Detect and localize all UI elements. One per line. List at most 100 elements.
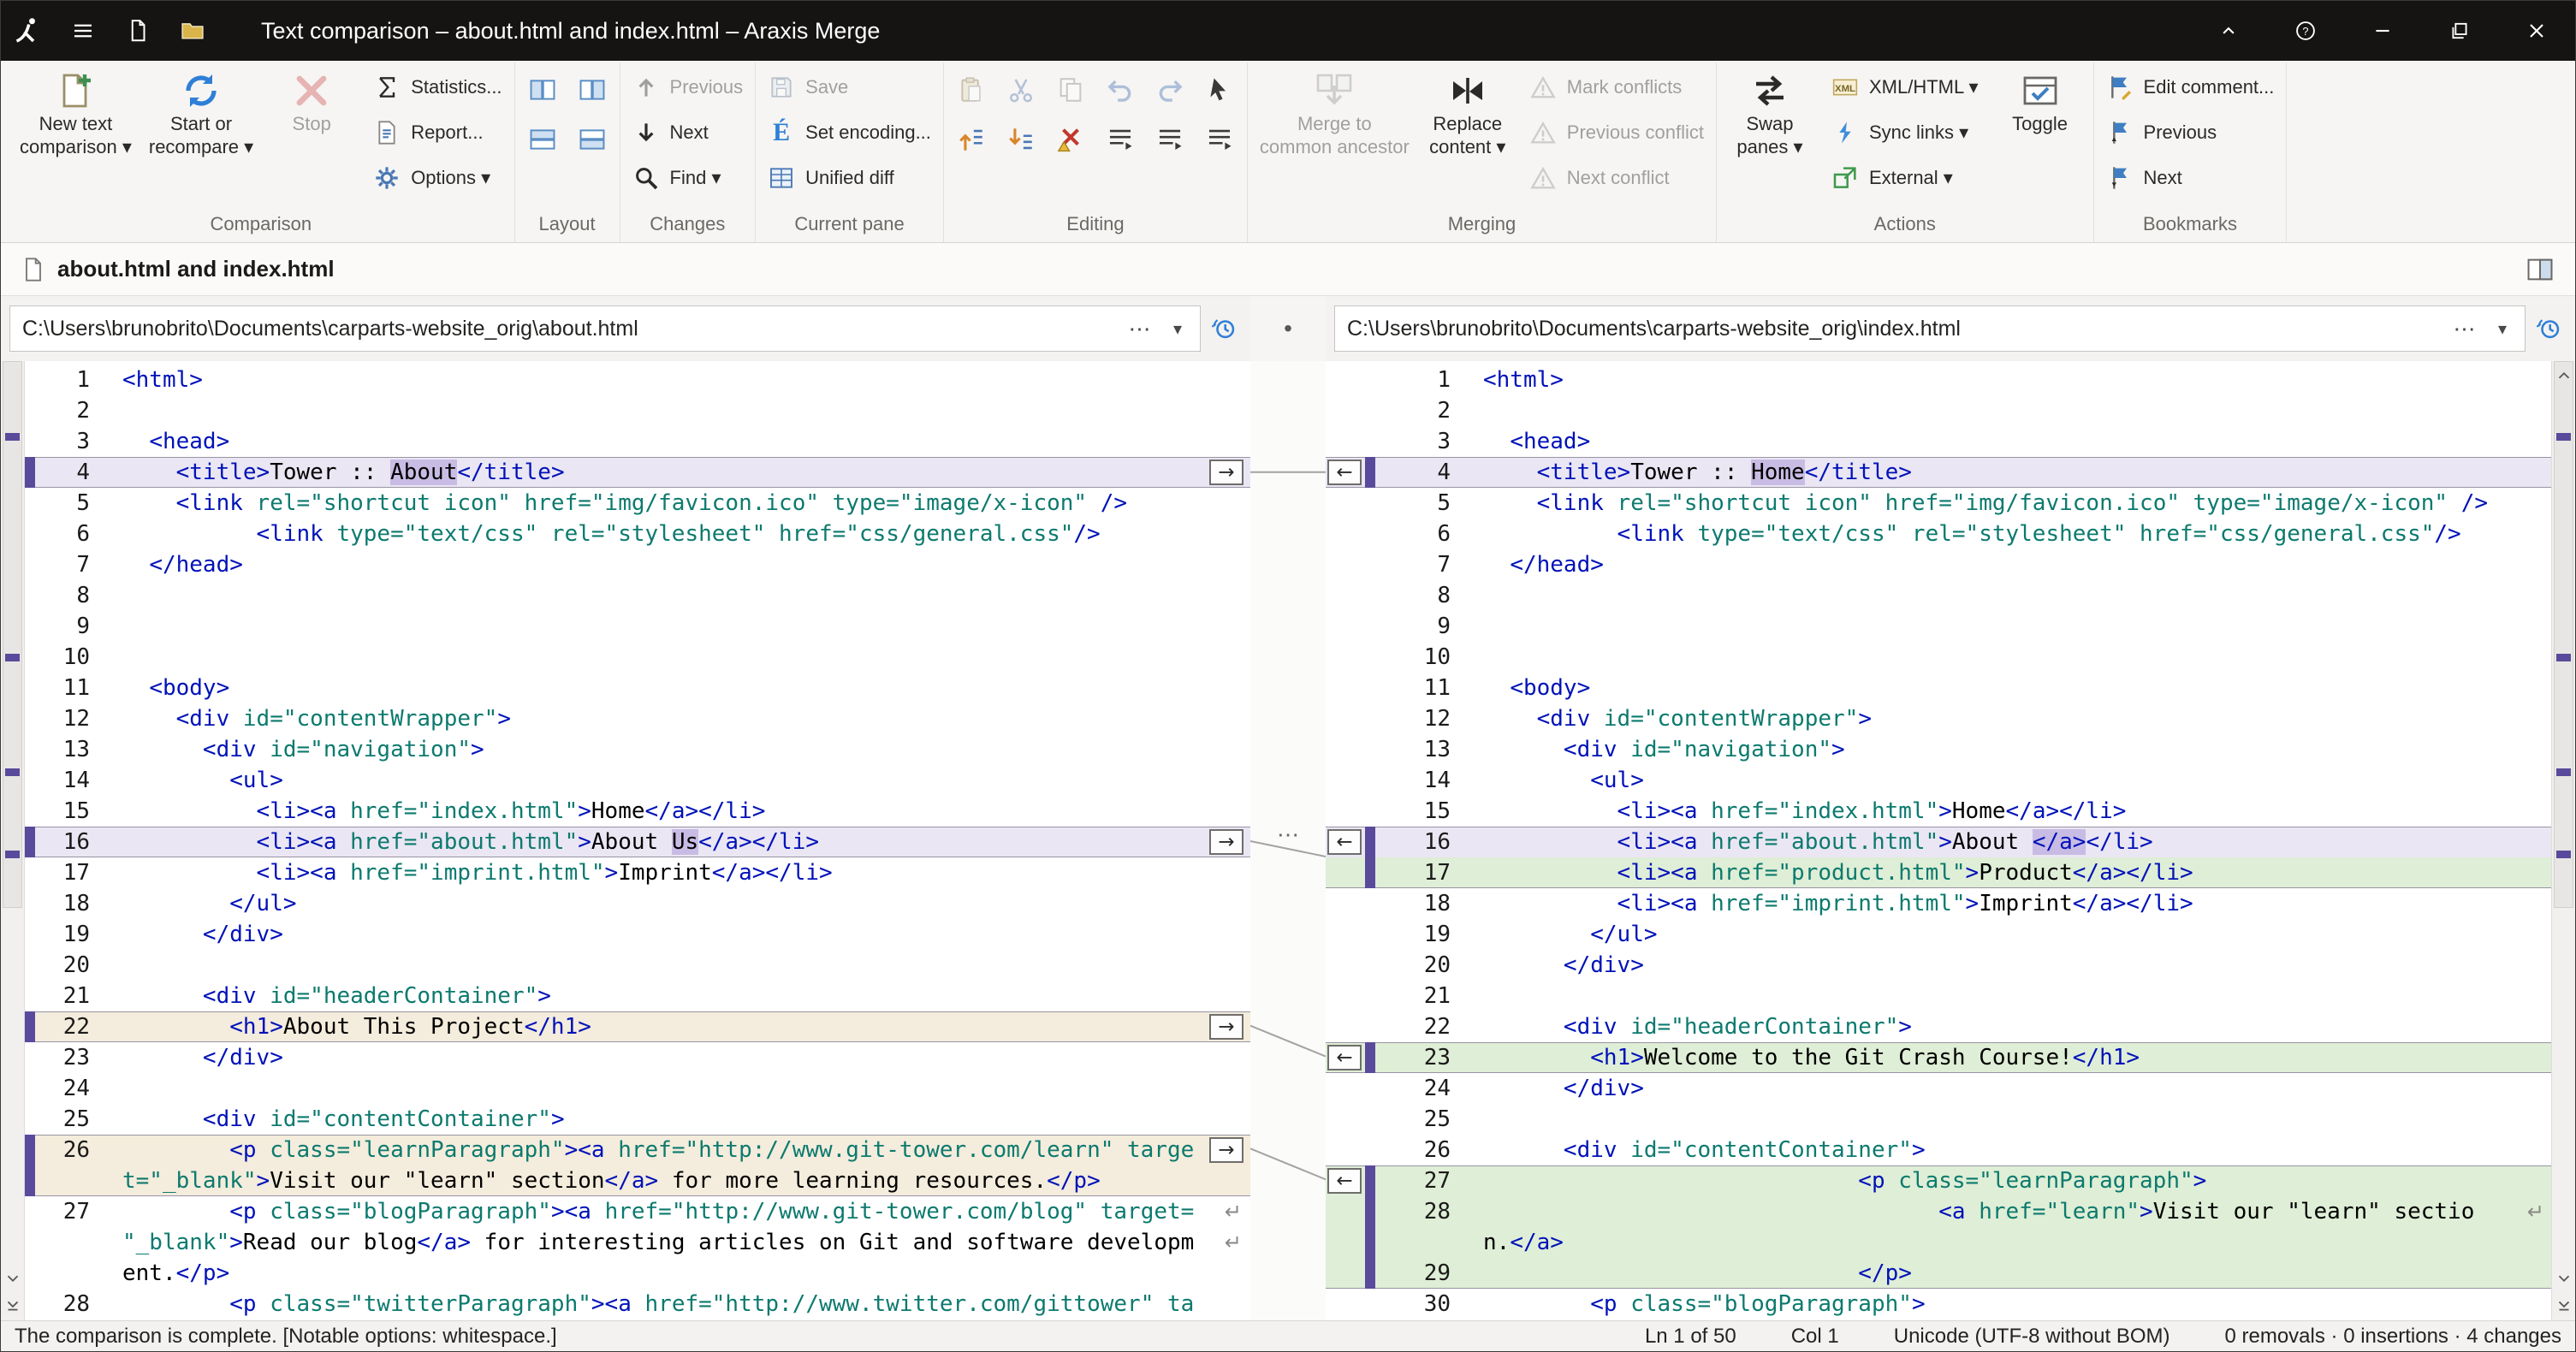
code-row-right-7[interactable]: 7 </head> [1326, 549, 2551, 580]
merge-left-button[interactable]: ← [1327, 1045, 1362, 1070]
merge-left-button[interactable]: ← [1327, 829, 1362, 855]
scrollbar-thumb[interactable] [3, 361, 22, 908]
code-row-left-27[interactable]: "_blank">Read our blog</a> for interesti… [25, 1227, 1250, 1258]
scrollbar-thumb[interactable] [2554, 361, 2573, 908]
minimize-button[interactable] [2344, 1, 2421, 61]
code-row-left-3[interactable]: 3 <head> [25, 426, 1250, 457]
code-row-left-5[interactable]: 5 <link rel="shortcut icon" href="img/fa… [25, 488, 1250, 519]
code-row-right-13[interactable]: 13 <div id="navigation"> [1326, 734, 2551, 765]
code-row-right-17[interactable]: 17 <li><a href="product.html">Product</a… [1326, 857, 2551, 888]
right-file-history-button[interactable] [2527, 306, 2572, 351]
code-row-left-19[interactable]: 19 </div> [25, 919, 1250, 950]
start-or-recompare-button[interactable]: Start orrecompare ▾ [140, 62, 262, 160]
merge-right-button[interactable]: → [1209, 829, 1243, 855]
mark-conflicts-button[interactable]: Mark conflicts [1521, 64, 1712, 110]
code-row-left-4[interactable]: 4 <title>Tower :: About</title>→ [25, 457, 1250, 488]
code-row-right-19[interactable]: 19 </ul> [1326, 919, 2551, 950]
cut-button[interactable] [997, 66, 1045, 114]
next-change-button[interactable]: Next [624, 110, 752, 155]
unified-diff-button[interactable]: Unified diff [759, 155, 940, 200]
code-row-left-27[interactable]: ent.</p> [25, 1258, 1250, 1289]
right-file-path-field[interactable]: C:\Users\brunobrito\Documents\carparts-w… [1334, 305, 2526, 352]
copy-button[interactable] [1047, 66, 1095, 114]
undo-button[interactable] [1096, 66, 1144, 114]
code-row-left-21[interactable]: 21 <div id="headerContainer"> [25, 981, 1250, 1011]
statistics-button[interactable]: Statistics... [365, 64, 510, 110]
layout-two-panes-bottom-button[interactable] [568, 116, 616, 163]
next-change-scroll-button[interactable] [1, 1266, 24, 1291]
code-row-right-16[interactable]: 16 <li><a href="about.html">About </a></… [1326, 827, 2551, 857]
code-row-left-26[interactable]: 26 <p class="learnParagraph"><a href="ht… [25, 1135, 1250, 1165]
xml-html-button[interactable]: XMLXML/HTML ▾ [1823, 64, 1987, 110]
code-row-right-28[interactable]: n.</a> [1326, 1227, 2551, 1258]
previous-change-button[interactable]: Previous [624, 64, 752, 110]
maximize-button[interactable] [2421, 1, 2498, 61]
insert-after-button[interactable] [997, 116, 1045, 163]
options-button[interactable]: Options ▾ [365, 155, 510, 200]
code-row-right-8[interactable]: 8 [1326, 580, 2551, 611]
left-file-path-field[interactable]: C:\Users\brunobrito\Documents\carparts-w… [9, 305, 1201, 352]
code-row-left-15[interactable]: 15 <li><a href="index.html">Home</a></li… [25, 796, 1250, 827]
layout-two-panes-right-button[interactable] [568, 66, 616, 114]
code-row-right-4[interactable]: 4 <title>Tower :: Home</title>← [1326, 457, 2551, 488]
code-row-left-20[interactable]: 20 [25, 950, 1250, 981]
tab-comparison[interactable]: about.html and index.html [13, 243, 341, 295]
code-row-left-27[interactable]: 27 <p class="blogParagraph"><a href="htt… [25, 1196, 1250, 1227]
bookmark-previous-button[interactable]: Previous [2098, 110, 2283, 155]
code-row-left-25[interactable]: 25 <div id="contentContainer"> [25, 1104, 1250, 1135]
layout-two-panes-left-button[interactable] [519, 66, 567, 114]
code-row-right-2[interactable]: 2 [1326, 395, 2551, 426]
open-folder-button[interactable] [165, 1, 220, 61]
next-conflict-button[interactable]: Next conflict [1521, 155, 1712, 200]
insert-before-button[interactable] [947, 116, 995, 163]
code-row-right-24[interactable]: 24 </div> [1326, 1073, 2551, 1104]
select-button[interactable] [1196, 66, 1243, 114]
merge-left-button[interactable]: ← [1327, 1168, 1362, 1194]
code-row-left-2[interactable]: 2 [25, 395, 1250, 426]
code-row-right-1[interactable]: 1<html> [1326, 365, 2551, 395]
code-row-right-28[interactable]: 28 <a href="learn">Visit our "learn" sec… [1326, 1196, 2551, 1227]
code-row-left-6[interactable]: 6 <link type="text/css" rel="stylesheet"… [25, 519, 1250, 549]
replace-content-button[interactable]: Replacecontent ▾ [1418, 62, 1517, 160]
code-row-left-1[interactable]: 1<html> [25, 365, 1250, 395]
layout-two-panes-top-button[interactable] [519, 116, 567, 163]
last-change-scroll-button[interactable] [1, 1293, 24, 1319]
redo-button[interactable] [1146, 66, 1194, 114]
code-row-left-17[interactable]: 17 <li><a href="imprint.html">Imprint</a… [25, 857, 1250, 888]
code-row-right-21[interactable]: 21 [1326, 981, 2551, 1011]
code-row-right-25[interactable]: 25 [1326, 1104, 2551, 1135]
code-row-left-11[interactable]: 11 <body> [25, 673, 1250, 703]
right-overview-strip[interactable] [2551, 361, 2575, 1320]
stop-button[interactable]: Stop [262, 62, 361, 160]
code-row-right-12[interactable]: 12 <div id="contentWrapper"> [1326, 703, 2551, 734]
merge-to-common-ancestor-button[interactable]: Merge tocommon ancestor [1251, 62, 1418, 160]
next-change-scroll-button[interactable] [2552, 1266, 2575, 1291]
left-code-editor[interactable]: 1<html>23 <head>4 <title>Tower :: About<… [25, 361, 1250, 1320]
accept-last-button[interactable] [1196, 116, 1243, 163]
code-row-right-26[interactable]: 26 <div id="contentContainer"> [1326, 1135, 2551, 1165]
external-button[interactable]: External ▾ [1823, 155, 1987, 200]
code-row-right-20[interactable]: 20 </div> [1326, 950, 2551, 981]
code-row-right-14[interactable]: 14 <ul> [1326, 765, 2551, 796]
code-row-left-8[interactable]: 8 [25, 580, 1250, 611]
help-button[interactable]: ? [2267, 1, 2344, 61]
code-row-right-15[interactable]: 15 <li><a href="index.html">Home</a></li… [1326, 796, 2551, 827]
merge-right-button[interactable]: → [1209, 460, 1243, 485]
close-button[interactable] [2498, 1, 2575, 61]
merge-right-button[interactable]: → [1209, 1014, 1243, 1040]
code-row-left-7[interactable]: 7 </head> [25, 549, 1250, 580]
merge-right-button[interactable]: → [1209, 1137, 1243, 1163]
left-file-history-button[interactable] [1202, 306, 1247, 351]
collapse-ribbon-button[interactable] [2190, 1, 2267, 61]
left-overview-strip[interactable] [1, 361, 25, 1320]
code-row-right-9[interactable]: 9 [1326, 611, 2551, 642]
toggle-button[interactable]: Toggle [1991, 62, 2090, 137]
code-row-right-30[interactable]: 30 <p class="blogParagraph"> [1326, 1289, 2551, 1319]
left-path-menu-button[interactable]: ⋯ [1121, 310, 1159, 347]
code-row-left-18[interactable]: 18 </ul> [25, 888, 1250, 919]
code-row-right-18[interactable]: 18 <li><a href="imprint.html">Imprint</a… [1326, 888, 2551, 919]
report-button[interactable]: Report... [365, 110, 510, 155]
code-row-right-3[interactable]: 3 <head> [1326, 426, 2551, 457]
find-button[interactable]: Find ▾ [624, 155, 752, 200]
code-row-left-22[interactable]: 22 <h1>About This Project</h1>→ [25, 1011, 1250, 1042]
